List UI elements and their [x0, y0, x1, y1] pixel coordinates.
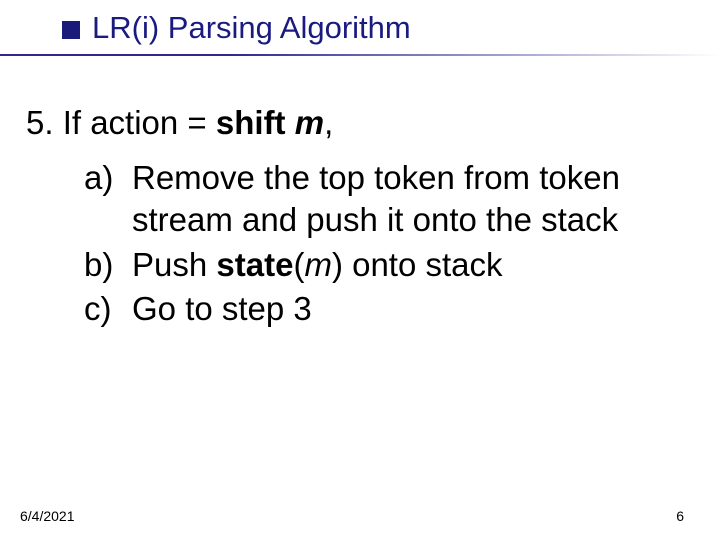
slide-title: LR(i) Parsing Algorithm: [92, 10, 411, 46]
substep-b-bold: state: [216, 246, 293, 283]
substep-b-label: b): [84, 244, 132, 286]
substep-b: b) Push state(m) onto stack: [84, 244, 690, 286]
substep-c-label: c): [84, 288, 132, 330]
substep-b-var: m: [304, 246, 332, 283]
substep-c: c) Go to step 3: [84, 288, 690, 330]
substep-a: a) Remove the top token from token strea…: [84, 157, 690, 241]
substep-a-label: a): [84, 157, 132, 199]
substep-b-paren-open: (: [293, 246, 304, 283]
substep-list: a) Remove the top token from token strea…: [26, 157, 690, 330]
step-number: 5.: [26, 104, 54, 141]
step-space: [286, 104, 295, 141]
footer-page-number: 6: [676, 508, 684, 524]
step-var: m: [295, 104, 324, 141]
step-prefix: If action =: [63, 104, 216, 141]
substep-b-post: onto stack: [343, 246, 503, 283]
title-bullet-icon: [62, 21, 80, 39]
substep-a-text: Remove the top token from token stream a…: [132, 157, 690, 241]
step-5-line: 5. If action = shift m,: [26, 102, 690, 143]
substep-b-text: Push state(m) onto stack: [132, 244, 690, 286]
slide-body: 5. If action = shift m, a) Remove the to…: [0, 56, 720, 330]
substep-b-pre: Push: [132, 246, 216, 283]
substep-c-text: Go to step 3: [132, 288, 690, 330]
step-action-word: shift: [216, 104, 286, 141]
substep-b-paren-close: ): [332, 246, 343, 283]
footer-date: 6/4/2021: [20, 508, 75, 524]
step-suffix: ,: [324, 104, 333, 141]
slide-title-row: LR(i) Parsing Algorithm: [0, 0, 720, 46]
